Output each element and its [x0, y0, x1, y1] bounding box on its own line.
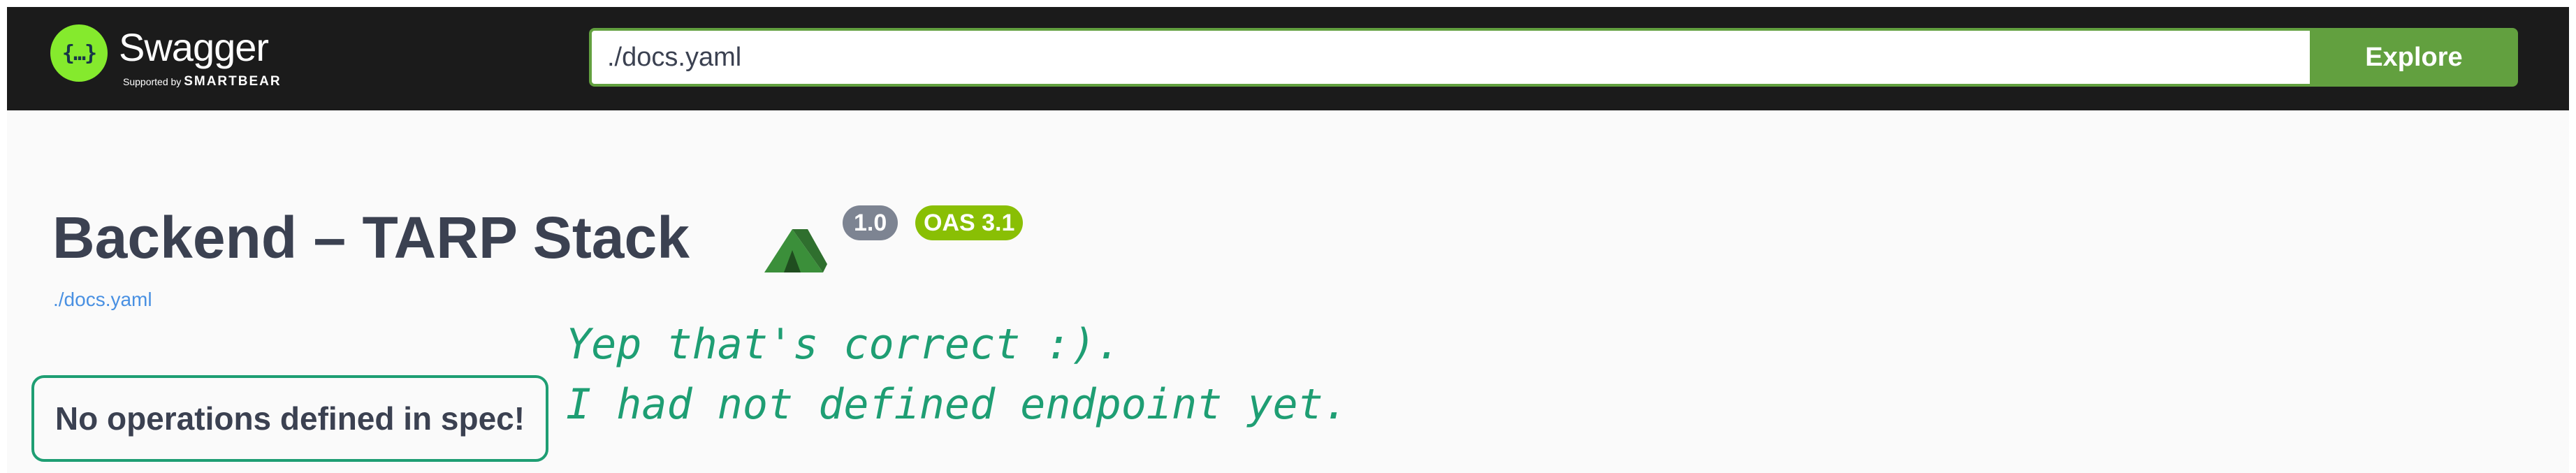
- no-operations-message: No operations defined in spec!: [54, 400, 525, 437]
- page-title: Backend – TARP Stack: [52, 205, 690, 270]
- logo-brand: SMARTBEAR: [184, 74, 282, 89]
- explore-button[interactable]: Explore: [2310, 28, 2518, 87]
- spec-url-link[interactable]: ./docs.yaml: [53, 288, 152, 312]
- logo-name[interactable]: Swagger: [119, 25, 269, 70]
- handwritten-annotation: Yep that's correct :). I had not defined…: [566, 314, 1348, 435]
- spec-url-input[interactable]: [589, 28, 2310, 87]
- topbar: {…} Swagger Supported by SMARTBEAR Explo…: [7, 7, 2569, 110]
- logo-supported-by: Supported by: [123, 76, 182, 87]
- oas-version-badge: OAS 3.1: [915, 205, 1024, 240]
- tent-icon: [764, 214, 827, 272]
- logo-tagline: Supported by SMARTBEAR: [123, 75, 282, 88]
- annotation-line-1: Yep that's correct :).: [566, 320, 1121, 369]
- swagger-logo-icon[interactable]: {…}: [50, 24, 108, 82]
- no-operations-notice: No operations defined in spec!: [31, 375, 548, 462]
- swagger-ui-page: {…} Swagger Supported by SMARTBEAR Explo…: [7, 7, 2569, 473]
- annotation-line-2: I had not defined endpoint yet.: [566, 380, 1348, 429]
- version-badge: 1.0: [843, 205, 898, 240]
